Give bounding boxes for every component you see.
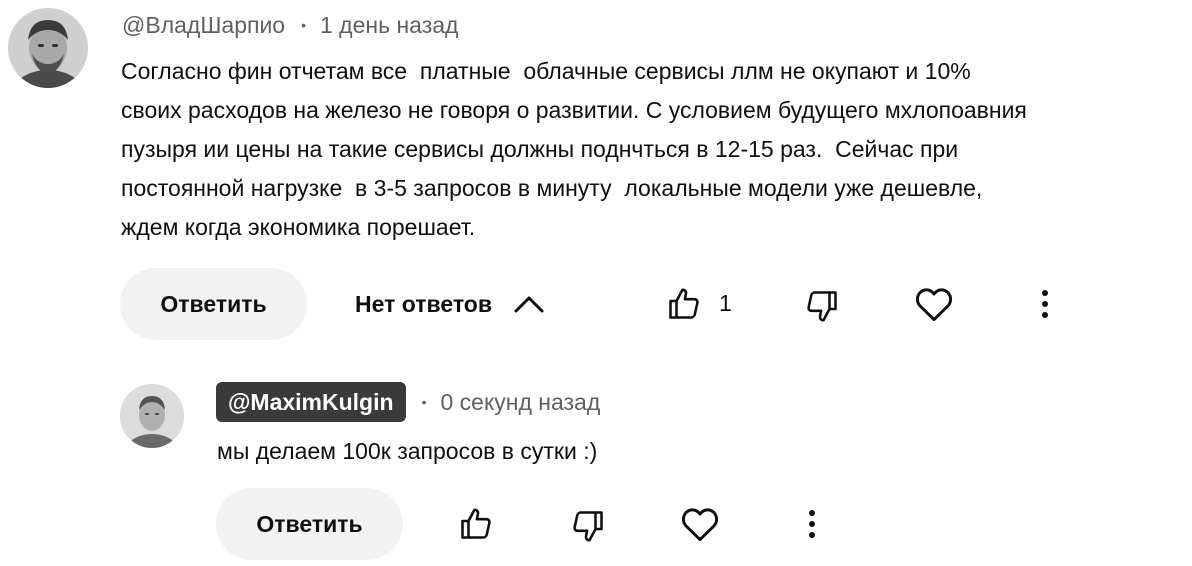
reply-button[interactable]: Ответить (120, 268, 307, 340)
thumb-up-icon (669, 288, 699, 319)
reply-header: @MaximKulgin • 0 секунд назад (216, 382, 600, 422)
heart-button[interactable] (678, 504, 722, 544)
thumb-down-icon (807, 291, 837, 322)
dislike-button[interactable] (568, 506, 608, 546)
more-vertical-icon (1042, 290, 1048, 318)
like-button[interactable] (456, 504, 496, 544)
reply-avatar[interactable] (120, 384, 184, 448)
heart-icon (915, 288, 953, 322)
reply-author[interactable]: @MaximKulgin (216, 382, 406, 422)
more-options-button[interactable] (797, 506, 827, 542)
dislike-button[interactable] (802, 286, 842, 326)
comment-text: Согласно фин отчетам все платные облачны… (121, 58, 1027, 240)
separator-dot: • (421, 394, 427, 410)
reply-button[interactable]: Ответить (216, 488, 403, 560)
reply-text: мы делаем 100к запросов в сутки :) (217, 438, 598, 464)
more-options-button[interactable] (1030, 286, 1060, 322)
like-button[interactable] (664, 284, 704, 324)
more-vertical-icon (809, 510, 815, 538)
comment-header: @ВладШарпио • 1 день назад (122, 8, 458, 42)
thumb-down-icon (573, 511, 603, 542)
comment-timestamp[interactable]: 1 день назад (320, 12, 458, 39)
comment-author[interactable]: @ВладШарпио (122, 12, 285, 39)
replies-toggle[interactable]: Нет ответов (355, 286, 544, 322)
replies-label: Нет ответов (355, 290, 492, 317)
avatar[interactable] (8, 8, 88, 88)
chevron-up-icon (514, 296, 544, 313)
thumb-up-icon (461, 508, 491, 539)
reply-timestamp[interactable]: 0 секунд назад (440, 389, 600, 416)
like-count: 1 (719, 290, 732, 316)
separator-dot: • (301, 17, 306, 33)
heart-button[interactable] (912, 284, 956, 324)
heart-icon (681, 508, 719, 542)
